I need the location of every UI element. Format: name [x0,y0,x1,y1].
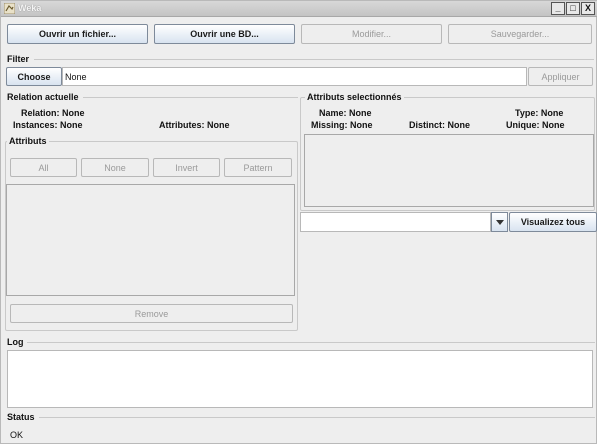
weka-bird-icon [4,3,15,14]
pattern-button[interactable]: Pattern [224,158,292,177]
filter-field[interactable]: None [62,67,527,86]
status-divider [39,417,595,418]
attribute-missing: Missing: None [311,120,373,130]
edit-button[interactable]: Modifier... [301,24,442,44]
maximize-button[interactable]: □ [566,2,580,15]
attribute-unique: Unique: None [506,120,565,130]
attributes-list[interactable] [6,184,295,296]
save-button[interactable]: Sauvegarder... [448,24,592,44]
title-bar[interactable]: Weka _ □ X [1,1,597,17]
invert-selection-button[interactable]: Invert [153,158,220,177]
chevron-down-icon [495,219,504,225]
attributes-title: Attributs [7,136,49,146]
log-label: Log [7,337,24,347]
visualize-all-button[interactable]: Visualizez tous [509,212,597,232]
filter-divider [34,59,594,60]
close-button[interactable]: X [581,2,595,15]
choose-filter-button[interactable]: Choose [6,67,62,86]
filter-label: Filter [7,54,30,64]
class-attribute-select[interactable] [300,212,491,232]
attribute-name: Name: None [319,108,372,118]
status-text: OK [10,430,24,440]
selected-attribute-title: Attributs selectionnés [305,92,404,102]
dropdown-arrow-button[interactable] [491,212,508,232]
attributes-count: Attributes: None [159,120,230,130]
current-relation-divider [83,97,298,98]
attribute-type: Type: None [515,108,564,118]
log-area[interactable] [7,350,593,408]
filter-value: None [65,72,87,82]
minimize-button[interactable]: _ [551,2,565,15]
status-label: Status [7,412,35,422]
attribute-distinct: Distinct: None [409,120,471,130]
current-relation-title: Relation actuelle [7,92,79,102]
window-title: Weka [18,3,42,13]
open-db-button[interactable]: Ouvrir une BD... [154,24,295,44]
select-all-button[interactable]: All [10,158,77,177]
attribute-stats-table[interactable] [304,134,594,207]
weka-window: Weka _ □ X Ouvrir un fichier... Ouvrir u… [0,0,597,444]
remove-attribute-button[interactable]: Remove [10,304,293,323]
select-none-button[interactable]: None [81,158,149,177]
instances-value: Instances: None [13,120,83,130]
relation-value: Relation: None [21,108,85,118]
apply-filter-button[interactable]: Appliquer [528,67,593,86]
open-file-button[interactable]: Ouvrir un fichier... [7,24,148,44]
log-divider [27,342,595,343]
